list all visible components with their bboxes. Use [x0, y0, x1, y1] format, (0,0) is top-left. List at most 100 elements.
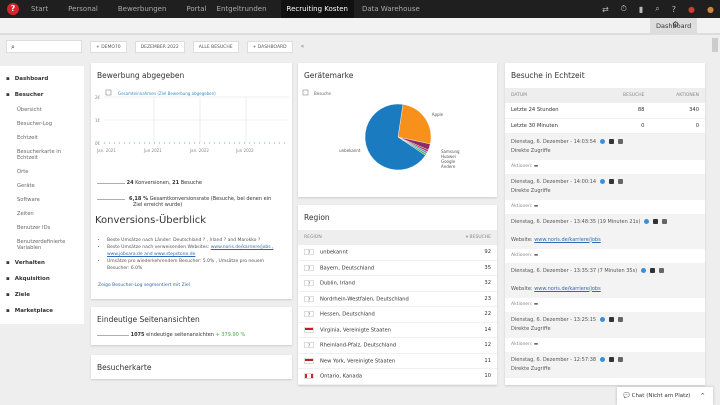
table-row[interactable]: New York, Vereinigte Staaten 11	[298, 353, 497, 369]
dashboard-button[interactable]: + DASHBOARD	[246, 40, 293, 53]
sidebar-section-dashboard[interactable]: ▪ Dashboard	[0, 71, 84, 87]
collapse-icon[interactable]: «	[301, 43, 305, 50]
table-row[interactable]: Virginia, Vereinigte Staaten 14	[298, 322, 497, 338]
resolution-icon	[618, 316, 624, 322]
swap-icon[interactable]: ⇄	[602, 5, 609, 14]
nav-recruiting-kosten[interactable]: Recruiting Kosten	[280, 0, 354, 18]
table-row[interactable]: ? Nordrhein-Westfalen, Deutschland 23	[298, 291, 497, 307]
folder-icon: ▬	[533, 252, 539, 258]
sidebar-section-verhalten[interactable]: ▪ Verhalten	[0, 255, 84, 271]
visit-actions: Aktionen: ▬	[505, 248, 705, 263]
bookmark-icon[interactable]: ▮	[639, 5, 643, 14]
chart-legend: Gesamteinnahmen (Ziel Bewerbung abgegebe…	[118, 91, 216, 96]
sidebar-item[interactable]: Besucher-Log	[0, 117, 84, 131]
visit-entry[interactable]: Dienstag, 6. Dezember - 13:35:37 (7 Minu…	[505, 262, 705, 298]
gear-icon[interactable]: ⚙	[672, 20, 679, 29]
top-nav: ? Start Personal Bewerbungen Portal Entg…	[0, 0, 720, 18]
table-row[interactable]: Ontario, Kanada 10	[298, 368, 497, 385]
flag-icon: ?	[304, 311, 314, 317]
sidebar-item[interactable]: Orte	[0, 165, 84, 179]
table-row[interactable]: ? unbekannt 92	[298, 245, 497, 261]
overview-referrers: Beste Umsätze nach verweisenden Websites…	[107, 244, 287, 258]
visit-actions: Aktionen: ▬	[505, 337, 705, 352]
pie-label: unbekannt	[339, 148, 361, 153]
help-icon[interactable]: ?	[672, 5, 676, 14]
logo[interactable]: ?	[7, 3, 19, 15]
site-button[interactable]: + DEMO70	[90, 40, 127, 53]
folder-icon: ▬	[533, 341, 539, 347]
device-icon	[609, 138, 615, 144]
search-input[interactable]: ⌕	[6, 40, 82, 53]
pie-label: Apple	[432, 112, 444, 117]
region-table: REGION ▾ BESUCHE ? unbekannt 92? Bayern, Deu…	[298, 230, 497, 385]
y-tick: 1€	[95, 118, 101, 123]
overview-revenue: Umsätze pro wiederkehrendem Besucher: 5.…	[107, 258, 287, 272]
flag-icon	[304, 373, 314, 379]
notification-icon[interactable]: ●	[688, 5, 695, 14]
folder-icon: ▬	[533, 301, 539, 307]
visit-actions: Aktionen: ▬	[505, 297, 705, 312]
table-row[interactable]: ? Rheinland-Pfalz, Deutschland 12	[298, 337, 497, 354]
sidebar-section-ziele[interactable]: ▪ Ziele	[0, 287, 84, 303]
visit-entry[interactable]: Dienstag, 6. Dezember - 14:00:14 Direkte …	[505, 173, 705, 200]
segment-button[interactable]: ALLE BESUCHE	[192, 40, 239, 53]
x-tick: Jan. 2021	[96, 148, 116, 153]
sidebar-item[interactable]: Benutzer IDs	[0, 221, 84, 235]
sidebar-section-marketplace[interactable]: ▪ Marketplace	[0, 303, 84, 319]
visit-entry[interactable]: Dienstag, 6. Dezember - 12:57:38 Direkte …	[505, 351, 705, 378]
sidebar-item[interactable]: Besucherkarte in Echtzeit	[0, 145, 84, 165]
segmented-log-link[interactable]: Zeige Besucher-Log segmentiert mit Ziel	[98, 283, 190, 288]
referrer-link[interactable]: www.noris.de/karriere/jobs	[534, 237, 601, 243]
search-icon[interactable]: ⌕	[655, 4, 659, 14]
scrollbar[interactable]	[712, 38, 718, 52]
resolution-icon	[662, 218, 668, 224]
nav-personal[interactable]: Personal	[68, 0, 98, 18]
chat-widget[interactable]: 💬 Chat (Nicht am Platz) ^	[617, 387, 713, 405]
visit-entry[interactable]: Dienstag, 6. Dezember - 14:03:54 Direkte …	[505, 133, 705, 160]
flag-icon	[304, 357, 314, 364]
date-button[interactable]: DEZEMBER 2022	[134, 40, 185, 53]
browser-icon	[600, 356, 606, 362]
folder-icon: ▬	[533, 163, 539, 169]
sidebar-item[interactable]: Benutzerdefinierte Variablen	[0, 235, 84, 255]
flag-icon: ?	[304, 249, 314, 255]
visit-entry[interactable]: Dienstag, 6. Dezember - 13:25:15 Direkte …	[505, 311, 705, 338]
nav-bewerbungen[interactable]: Bewerbungen	[118, 0, 167, 18]
nav-entgeltrunden[interactable]: Entgeltrunden	[217, 0, 267, 18]
visit-entry[interactable]: Dienstag, 6. Dezember - 13:48:35 (19 Min…	[505, 213, 705, 249]
visitor-map-widget: Besucherkarte	[91, 355, 292, 379]
sidebar-item[interactable]: Geräte	[0, 179, 84, 193]
sidebar-section-akquisition[interactable]: ▪ Akquisition	[0, 271, 84, 287]
revenue-line-chart: Gesamteinnahmen (Ziel Bewerbung abgegebe…	[95, 89, 289, 153]
table-row[interactable]: ? Dublin, Irland 32	[298, 275, 497, 292]
chart-legend: Besuche	[314, 91, 332, 96]
timer-icon[interactable]: ⏱	[621, 4, 627, 14]
sidebar-item[interactable]: Echtzeit	[0, 131, 84, 145]
overview-countries: Beste Umsätze nach Länder: Deutschland ?…	[107, 237, 287, 244]
x-tick: Jun 2021	[143, 148, 162, 153]
device-icon	[609, 178, 615, 184]
sidebar-item[interactable]: Übersicht	[0, 103, 84, 117]
table-row[interactable]: ? Hessen, Deutschland 22	[298, 306, 497, 323]
box-icon: ▪	[6, 276, 10, 282]
sidebar-item[interactable]: Software	[0, 193, 84, 207]
x-tick: Jan. 2022	[189, 148, 209, 153]
nav-data-warehouse[interactable]: Data Warehouse	[362, 0, 420, 18]
referrer-link[interactable]: www.noris.de/karriere/jobs	[534, 286, 601, 292]
widget-title: Eindeutige Seitenansichten	[97, 315, 200, 324]
chevron-up-icon: ^	[700, 393, 705, 399]
avatar[interactable]: ●	[707, 5, 714, 14]
sidebar: ▪ Dashboard ▪ Besucher Übersicht Besucher-Log…	[0, 66, 84, 324]
search-icon: ⌕	[11, 43, 15, 51]
nav-portal[interactable]: Portal	[186, 0, 206, 18]
column-header-visits[interactable]: ▾ BESUCHE	[448, 230, 497, 245]
visit-actions: Aktionen: ▬	[505, 199, 705, 214]
flag-icon: ?	[304, 295, 314, 302]
flag-icon: ?	[304, 342, 314, 348]
table-row[interactable]: ? Bayern, Deutschland 35	[298, 260, 497, 276]
sidebar-section-besucher[interactable]: ▪ Besucher	[0, 87, 84, 103]
nav-start[interactable]: Start	[31, 0, 48, 18]
browser-icon	[641, 267, 647, 273]
device-icon	[609, 356, 615, 362]
sidebar-item[interactable]: Zeiten	[0, 207, 84, 221]
